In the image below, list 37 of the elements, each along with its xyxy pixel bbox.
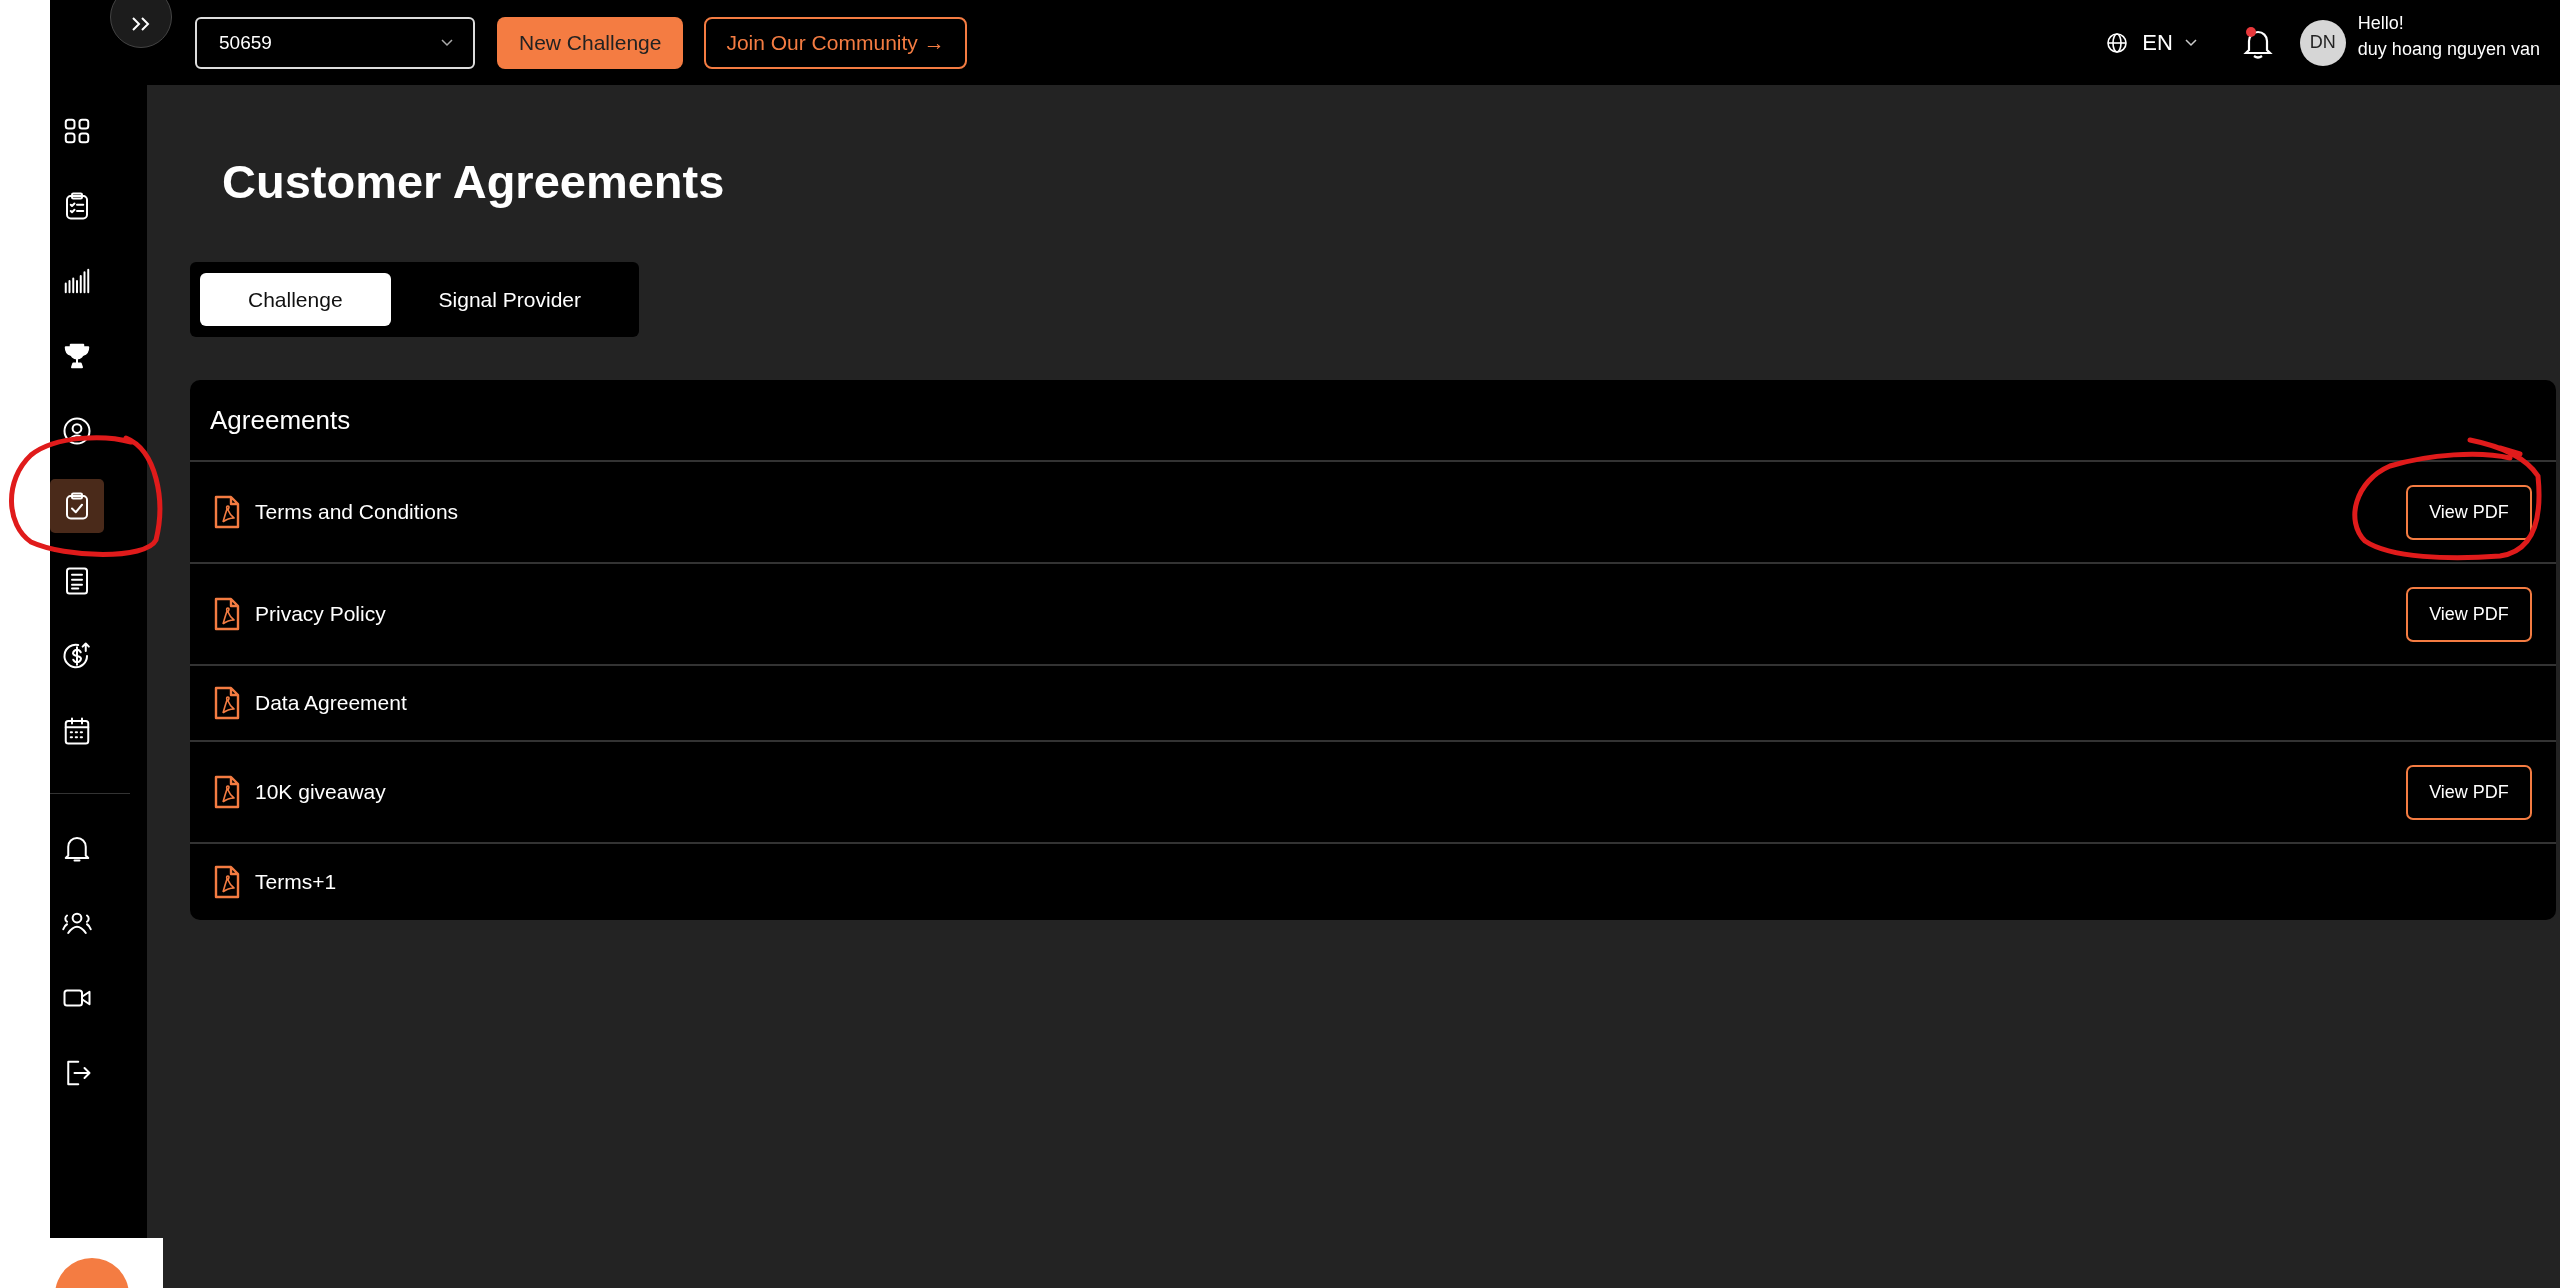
agreement-title: Data Agreement [255, 691, 408, 715]
tab[interactable]: Signal Provider [390, 273, 629, 326]
account-select[interactable]: 50659 [195, 16, 475, 69]
language-select[interactable]: EN [2142, 29, 2197, 56]
chevron-down-icon [2184, 38, 2197, 47]
agreement-title: Terms and Conditions [255, 500, 460, 524]
chevron-down-icon [441, 38, 453, 47]
bar-chart-icon [62, 266, 92, 296]
tab[interactable]: Challenge [200, 273, 391, 326]
user-name: duy hoang nguyen van [2357, 37, 2540, 61]
agreement-title: Privacy Policy [255, 602, 387, 626]
trophy-icon [62, 341, 92, 371]
new-challenge-button[interactable]: New Challenge [497, 16, 684, 69]
calendar-icon [62, 716, 92, 746]
pdf-file-icon [214, 865, 240, 899]
globe-icon [2106, 31, 2129, 54]
pdf-file-icon [214, 686, 240, 720]
agreement-title: 10K giveaway [255, 780, 387, 804]
expand-button[interactable] [110, 0, 172, 48]
community-link[interactable]: Join Our Community → [704, 16, 967, 69]
view-pdf-button[interactable]: View PDF [2406, 586, 2532, 642]
sidebar-item[interactable] [50, 479, 104, 533]
user-circle-icon [62, 416, 92, 446]
pdf-file-icon [214, 775, 240, 809]
notification-bell-icon[interactable] [2242, 25, 2273, 60]
greeting-text: Hello! [2357, 11, 2405, 35]
agreement-title: Terms+1 [255, 870, 338, 894]
dollar-circle-icon [62, 641, 92, 671]
user-avatar[interactable]: DN [2299, 19, 2346, 66]
grid-icon [62, 116, 92, 146]
page-title: Customer Agreements [222, 154, 726, 210]
pdf-file-icon [214, 495, 240, 529]
view-pdf-button[interactable]: View PDF [2406, 764, 2532, 820]
pdf-file-icon [214, 597, 240, 631]
card-heading: Agreements [190, 380, 2556, 462]
view-pdf-button[interactable]: View PDF [2406, 484, 2532, 540]
double-chevron-icon [130, 16, 152, 32]
